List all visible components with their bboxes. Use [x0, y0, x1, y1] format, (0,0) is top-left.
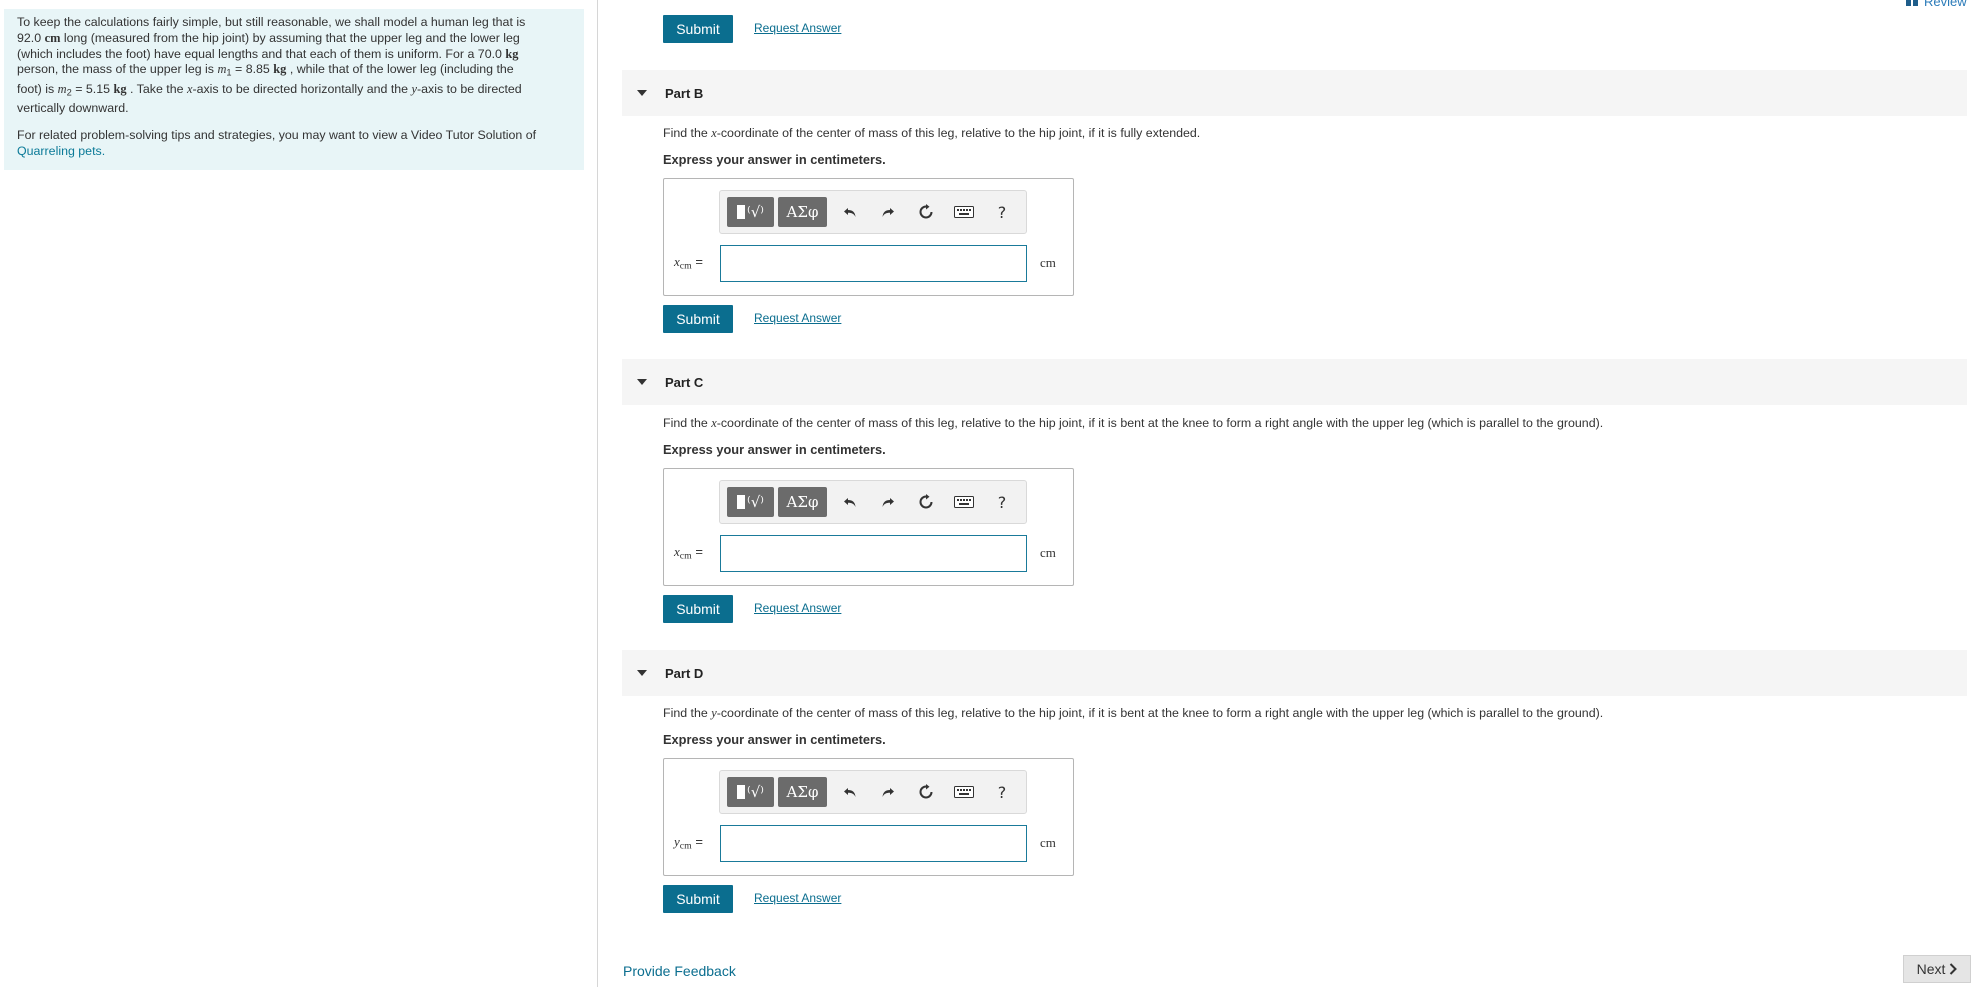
templates-button[interactable]: ⁽√⁾: [727, 777, 774, 807]
help-icon[interactable]: ?: [983, 487, 1021, 517]
part-d-unit-label: cm: [1040, 835, 1056, 850]
redo-icon[interactable]: [869, 197, 907, 227]
chevron-right-icon: [1950, 963, 1958, 975]
keyboard-icon[interactable]: [945, 777, 983, 807]
part-a-submit-button[interactable]: Submit: [663, 15, 733, 43]
problem-intro-text: To keep the calculations fairly simple, …: [17, 15, 526, 115]
review-icon: [1906, 0, 1918, 6]
help-icon[interactable]: ?: [983, 197, 1021, 227]
equation-toolbar: ⁽√⁾ ΑΣφ ?: [719, 480, 1027, 524]
part-b-submit-button[interactable]: Submit: [663, 305, 733, 333]
part-c-variable-label: xcm =: [674, 544, 703, 562]
problem-statement-panel: To keep the calculations fairly simple, …: [4, 9, 584, 170]
equation-toolbar: ⁽√⁾ ΑΣφ ?: [719, 190, 1027, 234]
part-d-submit-button[interactable]: Submit: [663, 885, 733, 913]
part-d-hint: Express your answer in centimeters.: [663, 732, 886, 747]
part-d-answer-input[interactable]: [720, 825, 1027, 862]
review-link[interactable]: Review: [1906, 0, 1967, 9]
help-icon[interactable]: ?: [983, 777, 1021, 807]
reset-icon[interactable]: [907, 777, 945, 807]
part-a-request-answer-link[interactable]: Request Answer: [754, 21, 841, 35]
part-b-header[interactable]: Part B: [622, 70, 1967, 116]
undo-icon[interactable]: [831, 197, 869, 227]
part-b-unit-label: cm: [1040, 255, 1056, 270]
undo-icon[interactable]: [831, 777, 869, 807]
part-c-submit-button[interactable]: Submit: [663, 595, 733, 623]
part-b-question: Find the x-coordinate of the center of m…: [663, 126, 1201, 140]
part-d-variable-label: ycm =: [674, 834, 703, 852]
reset-icon[interactable]: [907, 197, 945, 227]
part-c-question: Find the x-coordinate of the center of m…: [663, 416, 1604, 430]
part-c-answer-input[interactable]: [720, 535, 1027, 572]
part-c-hint: Express your answer in centimeters.: [663, 442, 886, 457]
greek-button[interactable]: ΑΣφ: [778, 487, 827, 517]
keyboard-icon[interactable]: [945, 487, 983, 517]
greek-button[interactable]: ΑΣφ: [778, 197, 827, 227]
part-d-answer-box: ⁽√⁾ ΑΣφ ? ycm = cm: [663, 758, 1074, 876]
redo-icon[interactable]: [869, 487, 907, 517]
part-b-hint: Express your answer in centimeters.: [663, 152, 886, 167]
part-c-header[interactable]: Part C: [622, 359, 1967, 405]
templates-button[interactable]: ⁽√⁾: [727, 487, 774, 517]
collapse-triangle-icon: [637, 90, 647, 96]
redo-icon[interactable]: [869, 777, 907, 807]
tips-text: For related problem-solving tips and str…: [17, 128, 537, 159]
templates-button[interactable]: ⁽√⁾: [727, 197, 774, 227]
part-c-unit-label: cm: [1040, 545, 1056, 560]
reset-icon[interactable]: [907, 487, 945, 517]
templates-icon: ⁽√⁾: [747, 783, 764, 801]
templates-icon: ⁽√⁾: [747, 493, 764, 511]
undo-icon[interactable]: [831, 487, 869, 517]
part-d-header[interactable]: Part D: [622, 650, 1967, 696]
part-b-variable-label: xcm =: [674, 254, 703, 272]
video-tutor-link[interactable]: Quarreling pets.: [17, 144, 105, 158]
part-b-request-answer-link[interactable]: Request Answer: [754, 311, 841, 325]
next-button[interactable]: Next: [1903, 955, 1971, 983]
keyboard-icon[interactable]: [945, 197, 983, 227]
templates-icon: ⁽√⁾: [747, 203, 764, 221]
part-d-question: Find the y-coordinate of the center of m…: [663, 706, 1604, 720]
collapse-triangle-icon: [637, 379, 647, 385]
panel-divider: [597, 0, 598, 987]
part-b-answer-input[interactable]: [720, 245, 1027, 282]
part-d-request-answer-link[interactable]: Request Answer: [754, 891, 841, 905]
greek-button[interactable]: ΑΣφ: [778, 777, 827, 807]
collapse-triangle-icon: [637, 670, 647, 676]
part-b-answer-box: ⁽√⁾ ΑΣφ ? xcm = cm: [663, 178, 1074, 296]
provide-feedback-link[interactable]: Provide Feedback: [623, 963, 736, 979]
equation-toolbar: ⁽√⁾ ΑΣφ ?: [719, 770, 1027, 814]
part-c-request-answer-link[interactable]: Request Answer: [754, 601, 841, 615]
part-c-answer-box: ⁽√⁾ ΑΣφ ? xcm = cm: [663, 468, 1074, 586]
